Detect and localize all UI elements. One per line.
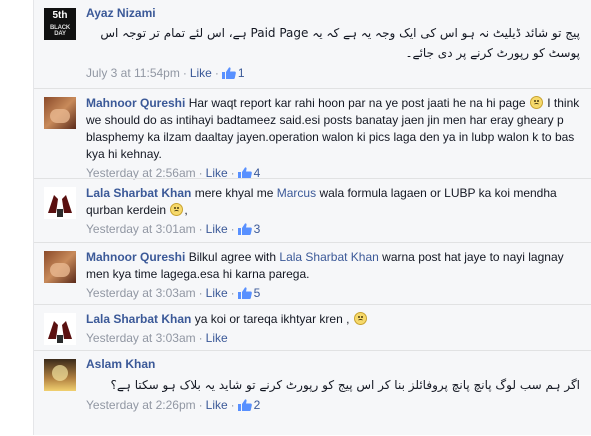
comment-text: Mahnoor Qureshi Bilkul agree with Lala S… xyxy=(86,249,580,283)
comment-timestamp[interactable]: Yesterday at 2:26pm xyxy=(86,398,196,412)
comment-item: Mahnoor Qureshi Har waqt report kar rahi… xyxy=(34,88,591,180)
comment-item: Lala Sharbat Khan ya koi or tareqa ikhty… xyxy=(34,304,591,351)
like-button[interactable]: Like xyxy=(206,286,228,300)
mention-link[interactable]: Marcus xyxy=(277,186,316,200)
like-thumb-icon xyxy=(238,223,252,235)
avatar[interactable] xyxy=(44,251,76,283)
like-button[interactable]: Like xyxy=(206,398,228,412)
comment-author[interactable]: Aslam Khan xyxy=(86,357,580,371)
like-count-value: 1 xyxy=(237,66,245,80)
comment-author[interactable]: Lala Sharbat Khan xyxy=(86,312,191,326)
avatar[interactable] xyxy=(44,313,76,345)
avatar-label-top: 5th xyxy=(52,10,68,21)
frown-emoticon-icon xyxy=(170,203,184,216)
comment-text: اگر ہم سب لوگ پانچ پانچ پروفائلز بنا کر … xyxy=(110,378,580,392)
comment-meta: Yesterday at 3:03am · Like xyxy=(86,331,228,345)
like-button[interactable]: Like xyxy=(206,331,228,345)
like-button[interactable]: Like xyxy=(206,222,228,236)
like-count[interactable]: 5 xyxy=(238,286,261,300)
avatar-label-bottom: BLACK DAY xyxy=(50,25,70,37)
comment-author[interactable]: Lala Sharbat Khan xyxy=(86,186,191,200)
avatar[interactable] xyxy=(44,359,76,391)
like-button[interactable]: Like xyxy=(190,66,212,80)
comment-item: Mahnoor Qureshi Bilkul agree with Lala S… xyxy=(34,242,591,305)
like-count[interactable]: 3 xyxy=(238,222,261,236)
comment-text-part: mere khyal me xyxy=(194,186,274,200)
comment-item: Lala Sharbat Khan mere khyal me Marcus w… xyxy=(34,178,591,243)
comment-text-part: Har waqt report kar rahi hoon par na ye … xyxy=(188,96,526,110)
comment-meta: Yesterday at 3:01am · Like · 3 xyxy=(86,222,261,236)
like-thumb-icon xyxy=(222,67,236,79)
avatar-image xyxy=(48,195,72,217)
comment-text-part: ya koi or tareqa ikhtyar kren , xyxy=(194,312,350,326)
comment-timestamp[interactable]: Yesterday at 3:01am xyxy=(86,222,196,236)
comment-timestamp[interactable]: Yesterday at 3:03am xyxy=(86,331,196,345)
comment-meta: July 3 at 11:54pm · Like · 1 xyxy=(86,66,245,80)
comment-text: Lala Sharbat Khan mere khyal me Marcus w… xyxy=(86,185,580,219)
like-thumb-icon xyxy=(238,287,252,299)
comment-timestamp[interactable]: July 3 at 11:54pm xyxy=(86,66,180,80)
like-count[interactable]: 1 xyxy=(222,66,245,80)
frown-emoticon-icon xyxy=(353,312,367,325)
comment-text: پیج تو شائد ڈیلیٹ نہ ہو اس کی ایک وجہ یہ… xyxy=(100,26,580,60)
like-count-value: 3 xyxy=(253,222,261,236)
like-thumb-icon xyxy=(238,399,252,411)
comment-text-part: , xyxy=(184,203,188,217)
like-count-value: 5 xyxy=(253,286,261,300)
avatar[interactable] xyxy=(44,97,76,129)
comment-meta: Yesterday at 3:03am · Like · 5 xyxy=(86,286,261,300)
comment-timestamp[interactable]: Yesterday at 3:03am xyxy=(86,286,196,300)
like-count-value: 2 xyxy=(253,398,261,412)
comment-item: Aslam Khan اگر ہم سب لوگ پانچ پانچ پروفا… xyxy=(34,350,591,436)
comment-author[interactable]: Mahnoor Qureshi xyxy=(86,250,185,264)
comment-author[interactable]: Mahnoor Qureshi xyxy=(86,96,185,110)
comment-text: Mahnoor Qureshi Har waqt report kar rahi… xyxy=(86,95,580,163)
avatar-image xyxy=(48,321,72,343)
comment-text-part: Bilkul agree with xyxy=(188,250,277,264)
comment-item: 5th BLACK DAY Ayaz Nizami پیج تو شائد ڈی… xyxy=(34,0,591,88)
comment-thread: 5th BLACK DAY Ayaz Nizami پیج تو شائد ڈی… xyxy=(33,0,591,435)
comment-author[interactable]: Ayaz Nizami xyxy=(86,6,580,20)
mention-link[interactable]: Lala Sharbat Khan xyxy=(279,250,378,264)
avatar[interactable] xyxy=(44,187,76,219)
avatar[interactable]: 5th BLACK DAY xyxy=(44,8,76,40)
frown-emoticon-icon xyxy=(529,96,543,109)
comment-text: Lala Sharbat Khan ya koi or tareqa ikhty… xyxy=(86,311,580,328)
like-count[interactable]: 2 xyxy=(238,398,261,412)
comment-meta: Yesterday at 2:26pm · Like · 2 xyxy=(86,398,261,412)
